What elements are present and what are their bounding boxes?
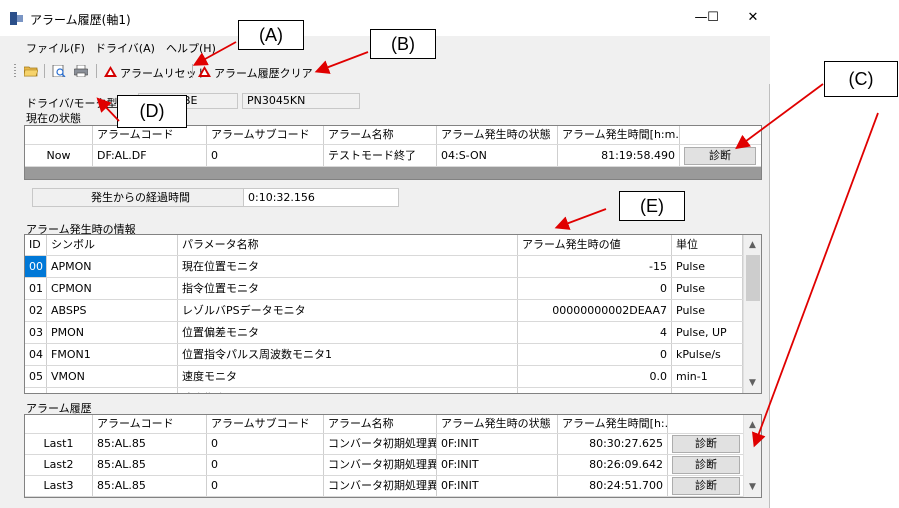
arrow-a bbox=[192, 41, 237, 66]
annotation-arrows bbox=[96, 41, 879, 448]
arrow-d bbox=[96, 97, 120, 122]
arrow-c1 bbox=[735, 83, 824, 150]
arrow-e bbox=[554, 208, 607, 230]
arrow-b bbox=[314, 51, 369, 74]
arrow-c2 bbox=[752, 112, 879, 448]
